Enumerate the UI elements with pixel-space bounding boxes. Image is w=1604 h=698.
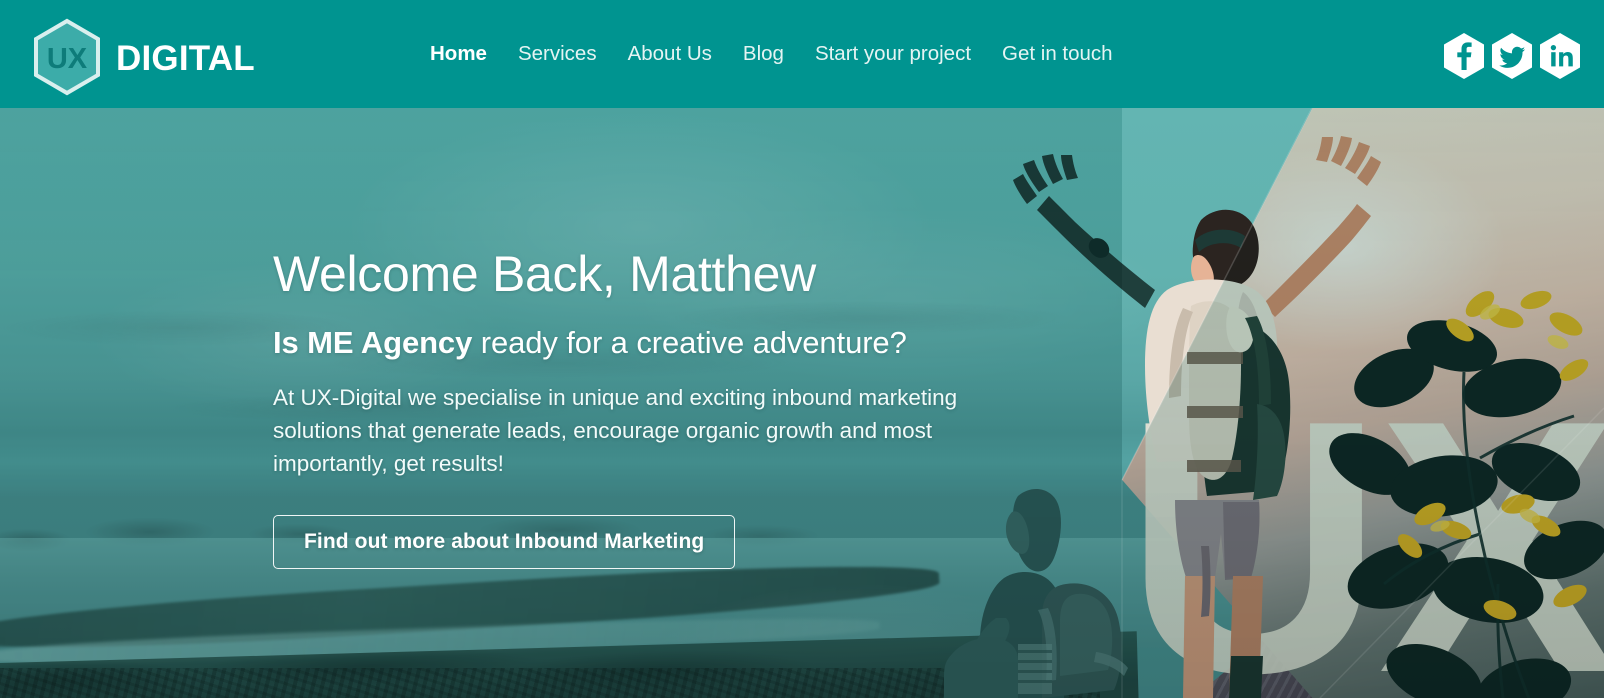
nav-item-blog[interactable]: Blog (743, 43, 784, 65)
linkedin-icon[interactable] (1538, 32, 1582, 80)
page-root: UX DIGITAL Home Services About Us Blog S… (0, 0, 1604, 698)
hero-subtitle: Is ME Agency ready for a creative advent… (273, 325, 1033, 361)
nav-item-about-us[interactable]: About Us (628, 43, 712, 65)
hexagon-logo-icon: UX (30, 18, 104, 96)
hero-body-text: At UX-Digital we specialise in unique an… (273, 385, 958, 476)
nav-item-start-your-project[interactable]: Start your project (815, 43, 971, 65)
main-nav: Home Services About Us Blog Start your p… (430, 0, 1113, 108)
logo-wordmark: DIGITAL (116, 38, 255, 78)
nav-item-home[interactable]: Home (430, 43, 487, 65)
nav-item-services[interactable]: Services (518, 43, 597, 65)
page-title: Welcome Back, Matthew (273, 246, 816, 302)
hero-subtitle-strong: Is ME Agency (273, 324, 473, 360)
find-out-more-button[interactable]: Find out more about Inbound Marketing (273, 514, 736, 569)
svg-text:UX: UX (47, 43, 88, 75)
site-header: UX DIGITAL Home Services About Us Blog S… (0, 0, 1604, 108)
hero-subtitle-rest: ready for a creative adventure? (472, 324, 907, 360)
logo[interactable]: UX DIGITAL (30, 18, 255, 96)
foliage-branch-decoration (1274, 258, 1604, 698)
nav-item-get-in-touch[interactable]: Get in touch (1002, 43, 1113, 65)
twitter-icon[interactable] (1490, 32, 1534, 80)
hero-content: Welcome Back, Matthew Is ME Agency ready… (273, 248, 1033, 569)
hero-banner: UX Welcome Back, Matthew Is ME Agency re… (0, 108, 1604, 698)
social-links (1442, 32, 1582, 80)
facebook-icon[interactable] (1442, 32, 1486, 80)
